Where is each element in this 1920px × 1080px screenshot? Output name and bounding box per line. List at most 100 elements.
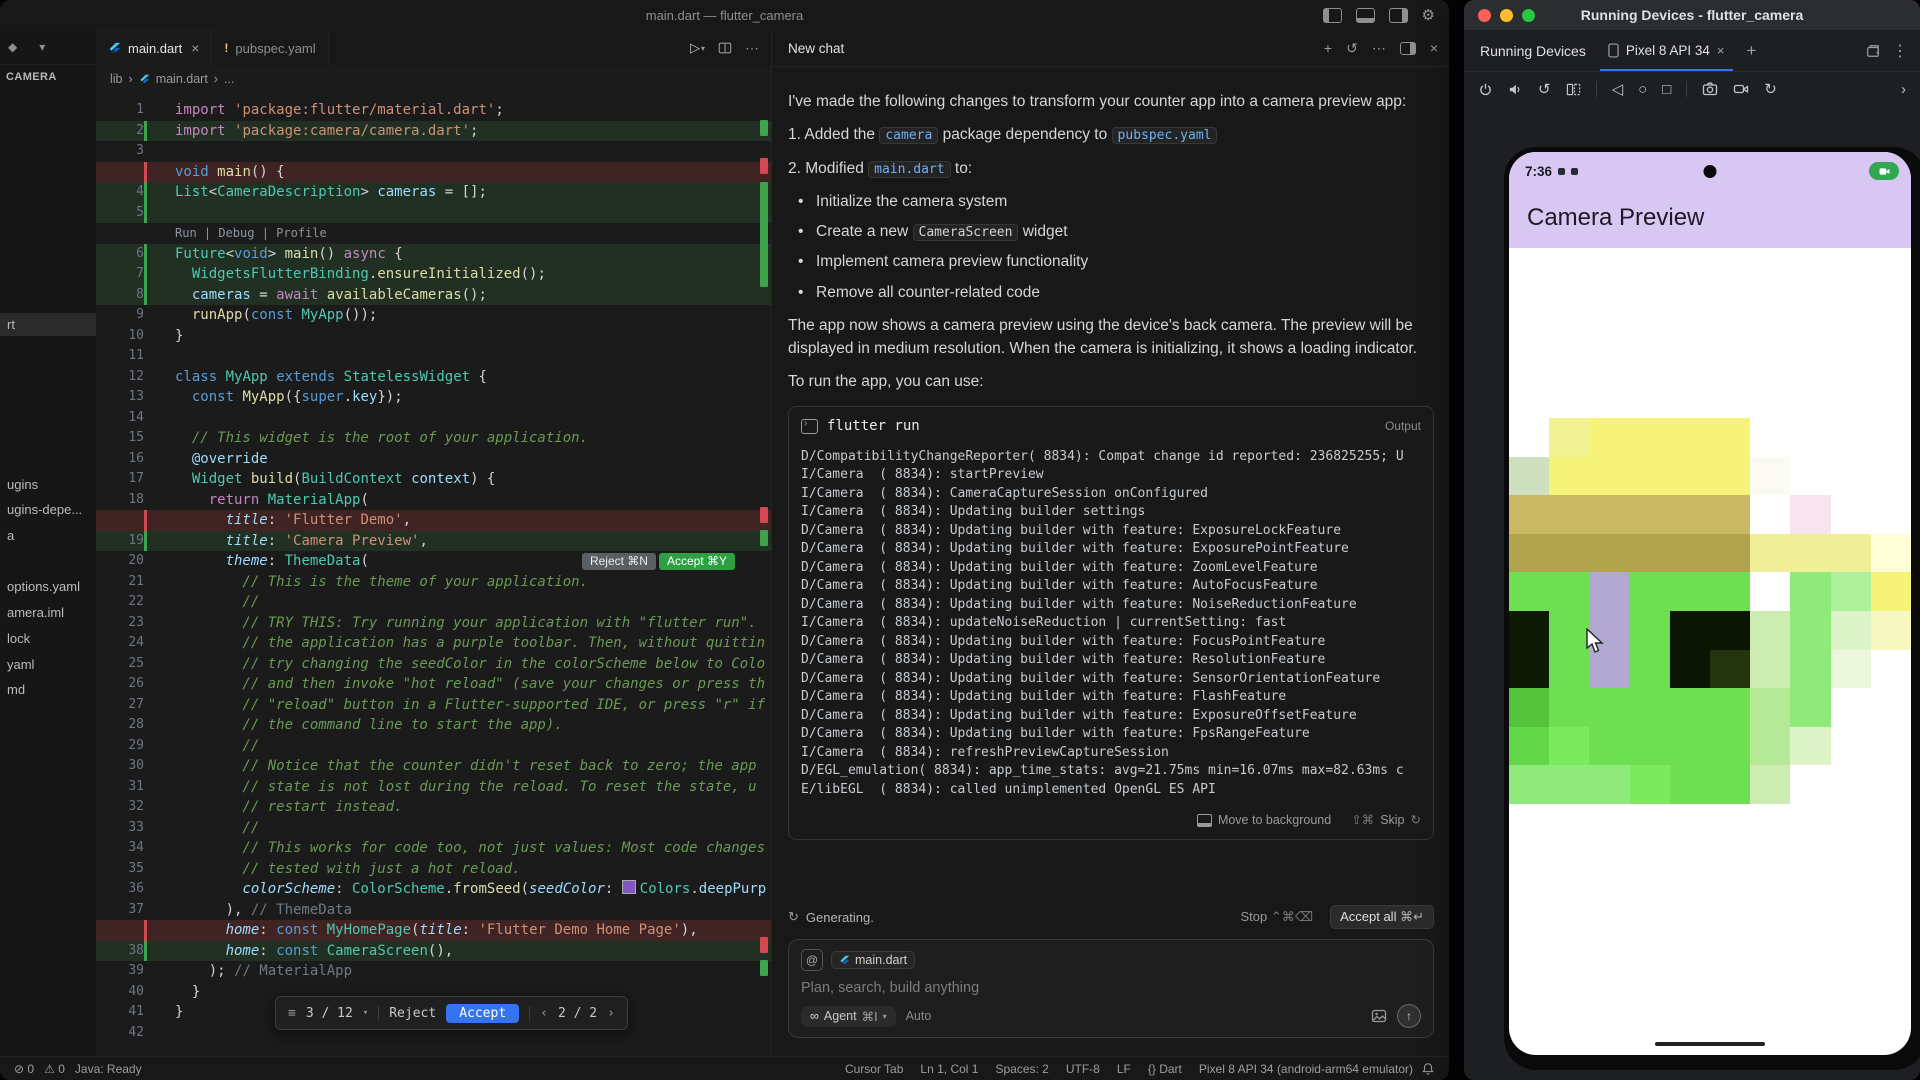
code-row[interactable]: 18 return MaterialApp(: [96, 490, 771, 511]
code-row[interactable]: 37 ), // ThemeData: [96, 900, 771, 921]
screenshot-camera-icon[interactable]: [1702, 81, 1718, 97]
tab-pubspec-yaml[interactable]: ! pubspec.yaml: [212, 30, 328, 66]
device-screen[interactable]: 7:36 Camera Preview: [1509, 152, 1911, 1055]
camera-preview[interactable]: [1509, 418, 1911, 804]
code-row[interactable]: 34 // This works for code too, not just …: [96, 838, 771, 859]
code-row[interactable]: 4List<CameraDescription> cameras = [];: [96, 182, 771, 203]
code-row[interactable]: void main() {: [96, 162, 771, 183]
output-label[interactable]: Output: [1385, 417, 1421, 435]
code-row[interactable]: 39 ); // MaterialApp: [96, 961, 771, 982]
code-row[interactable]: 35 // tested with just a hot reload.: [96, 859, 771, 880]
code-row[interactable]: home: const MyHomePage(title: 'Flutter D…: [96, 920, 771, 941]
code-row[interactable]: 19 title: 'Camera Preview',: [96, 531, 771, 552]
code-row[interactable]: 1import 'package:flutter/material.dart';: [96, 100, 771, 121]
code-row[interactable]: 5: [96, 203, 771, 224]
chat-tab[interactable]: New chat: [772, 41, 844, 56]
home-indicator-bar[interactable]: [1655, 1042, 1765, 1046]
workspace-icon[interactable]: ◆: [8, 40, 17, 54]
code-row[interactable]: 38 home: const CameraScreen(),: [96, 941, 771, 962]
explorer-item[interactable]: lock: [0, 627, 96, 650]
code-row[interactable]: 29 //: [96, 736, 771, 757]
inline-code-chip[interactable]: CameraScreen: [913, 224, 1019, 241]
more-actions-icon[interactable]: ⋯: [745, 40, 759, 57]
code-row[interactable]: title: 'Flutter Demo',: [96, 510, 771, 531]
stop-button[interactable]: Stop ⌃⌘⌫: [1240, 909, 1313, 925]
toolbar-overflow-chevron-icon[interactable]: ›: [1901, 82, 1906, 97]
minimize-window-button[interactable]: [1500, 9, 1513, 22]
home-icon[interactable]: ○: [1638, 82, 1647, 97]
code-row[interactable]: 2import 'package:camera/camera.dart';: [96, 121, 771, 142]
inline-code-chip[interactable]: pubspec.yaml: [1112, 127, 1218, 144]
code-row[interactable]: 30 // Notice that the counter didn't res…: [96, 756, 771, 777]
code-row[interactable]: 11: [96, 346, 771, 367]
history-icon[interactable]: ↺: [1346, 40, 1358, 57]
code-row[interactable]: 20 theme: ThemeData(Reject ⌘NAccept ⌘Y: [96, 551, 771, 572]
explorer-item[interactable]: ugins: [0, 473, 96, 496]
context-chip[interactable]: main.dart: [831, 951, 915, 969]
status-item[interactable]: Spaces: 2: [995, 1062, 1048, 1076]
toggle-panel-icon[interactable]: [1356, 8, 1375, 23]
code-row[interactable]: 22 //: [96, 592, 771, 613]
fold-device-icon[interactable]: [1566, 82, 1581, 97]
code-row[interactable]: 14: [96, 408, 771, 429]
volume-icon[interactable]: [1508, 82, 1523, 97]
status-item[interactable]: LF: [1117, 1062, 1131, 1076]
code-row[interactable]: 28 // the command line to start the app)…: [96, 715, 771, 736]
close-chat-icon[interactable]: ×: [1430, 40, 1438, 56]
overview-icon[interactable]: □: [1662, 82, 1671, 97]
code-editor[interactable]: 1import 'package:flutter/material.dart';…: [96, 92, 771, 1056]
status-item[interactable]: Cursor Tab: [845, 1062, 903, 1076]
explorer-item[interactable]: md: [0, 678, 96, 701]
code-row[interactable]: 3: [96, 141, 771, 162]
panel-layout-icon[interactable]: [1400, 42, 1416, 55]
restart-device-icon[interactable]: ↻: [1764, 82, 1777, 97]
breadcrumb-more[interactable]: ...: [224, 72, 234, 86]
accept-all-button[interactable]: Accept all ⌘↵: [1330, 905, 1434, 929]
chat-input[interactable]: [801, 980, 1421, 996]
code-row[interactable]: 15 // This widget is the root of your ap…: [96, 428, 771, 449]
code-row[interactable]: 9 runApp(const MyApp());: [96, 305, 771, 326]
zoom-window-button[interactable]: [1522, 9, 1535, 22]
prev-diff-icon[interactable]: ‹: [540, 1006, 548, 1021]
code-row[interactable]: 23 // TRY THIS: Try running your applica…: [96, 613, 771, 634]
power-icon[interactable]: [1478, 82, 1493, 97]
new-chat-icon[interactable]: +: [1324, 40, 1332, 56]
device-tab-pixel8[interactable]: Pixel 8 API 34 ×: [1600, 31, 1733, 71]
terminal-output[interactable]: D/CompatibilityChangeReporter( 8834): Co…: [789, 446, 1433, 806]
explorer-item[interactable]: rt: [0, 313, 96, 336]
add-device-icon[interactable]: +: [1747, 41, 1757, 61]
code-row[interactable]: 25 // try changing the seedColor in the …: [96, 654, 771, 675]
explorer-item[interactable]: options.yaml: [0, 575, 96, 598]
code-row[interactable]: 36 colorScheme: ColorScheme.fromSeed(see…: [96, 879, 771, 900]
split-editor-icon[interactable]: [718, 41, 732, 55]
code-row[interactable]: 10}: [96, 326, 771, 347]
code-row[interactable]: Run | Debug | Profile: [96, 223, 771, 244]
explorer-item[interactable]: ugins-depe...: [0, 498, 96, 521]
float-window-icon[interactable]: [1866, 44, 1880, 58]
breadcrumb-file[interactable]: main.dart: [156, 72, 208, 86]
code-row[interactable]: 6Future<void> main() async {: [96, 244, 771, 265]
more-options-icon[interactable]: ⋯: [1372, 40, 1386, 57]
move-to-background-button[interactable]: Move to background: [1197, 811, 1331, 830]
code-row[interactable]: 32 // restart instead.: [96, 797, 771, 818]
image-icon[interactable]: [1371, 1008, 1387, 1024]
color-swatch[interactable]: [622, 880, 636, 894]
status-item[interactable]: {} Dart: [1148, 1062, 1182, 1076]
explorer-item[interactable]: a: [0, 524, 96, 547]
code-row[interactable]: 17 Widget build(BuildContext context) {: [96, 469, 771, 490]
explorer-item[interactable]: amera.iml: [0, 601, 96, 624]
status-item[interactable]: Pixel 8 API 34 (android-arm64 emulator): [1199, 1062, 1413, 1076]
skip-button[interactable]: ⇧⌘ Skip ↻: [1351, 811, 1421, 830]
kebab-menu-icon[interactable]: ⋮: [1892, 41, 1908, 61]
status-item[interactable]: Ln 1, Col 1: [920, 1062, 978, 1076]
breadcrumb[interactable]: lib › main.dart › ...: [96, 66, 771, 92]
breadcrumb-folder[interactable]: lib: [110, 72, 123, 86]
agent-mode-pill[interactable]: ∞ Agent ⌘I ▾: [801, 1006, 896, 1027]
close-tab-icon[interactable]: ×: [191, 40, 199, 56]
code-row[interactable]: 7 WidgetsFlutterBinding.ensureInitialize…: [96, 264, 771, 285]
code-row[interactable]: 33 //: [96, 818, 771, 839]
collapse-chevron-icon[interactable]: ▾: [39, 40, 45, 54]
reject-all-button[interactable]: Reject: [389, 1006, 436, 1021]
tab-main-dart[interactable]: main.dart ×: [96, 30, 212, 66]
close-window-button[interactable]: [1478, 9, 1491, 22]
